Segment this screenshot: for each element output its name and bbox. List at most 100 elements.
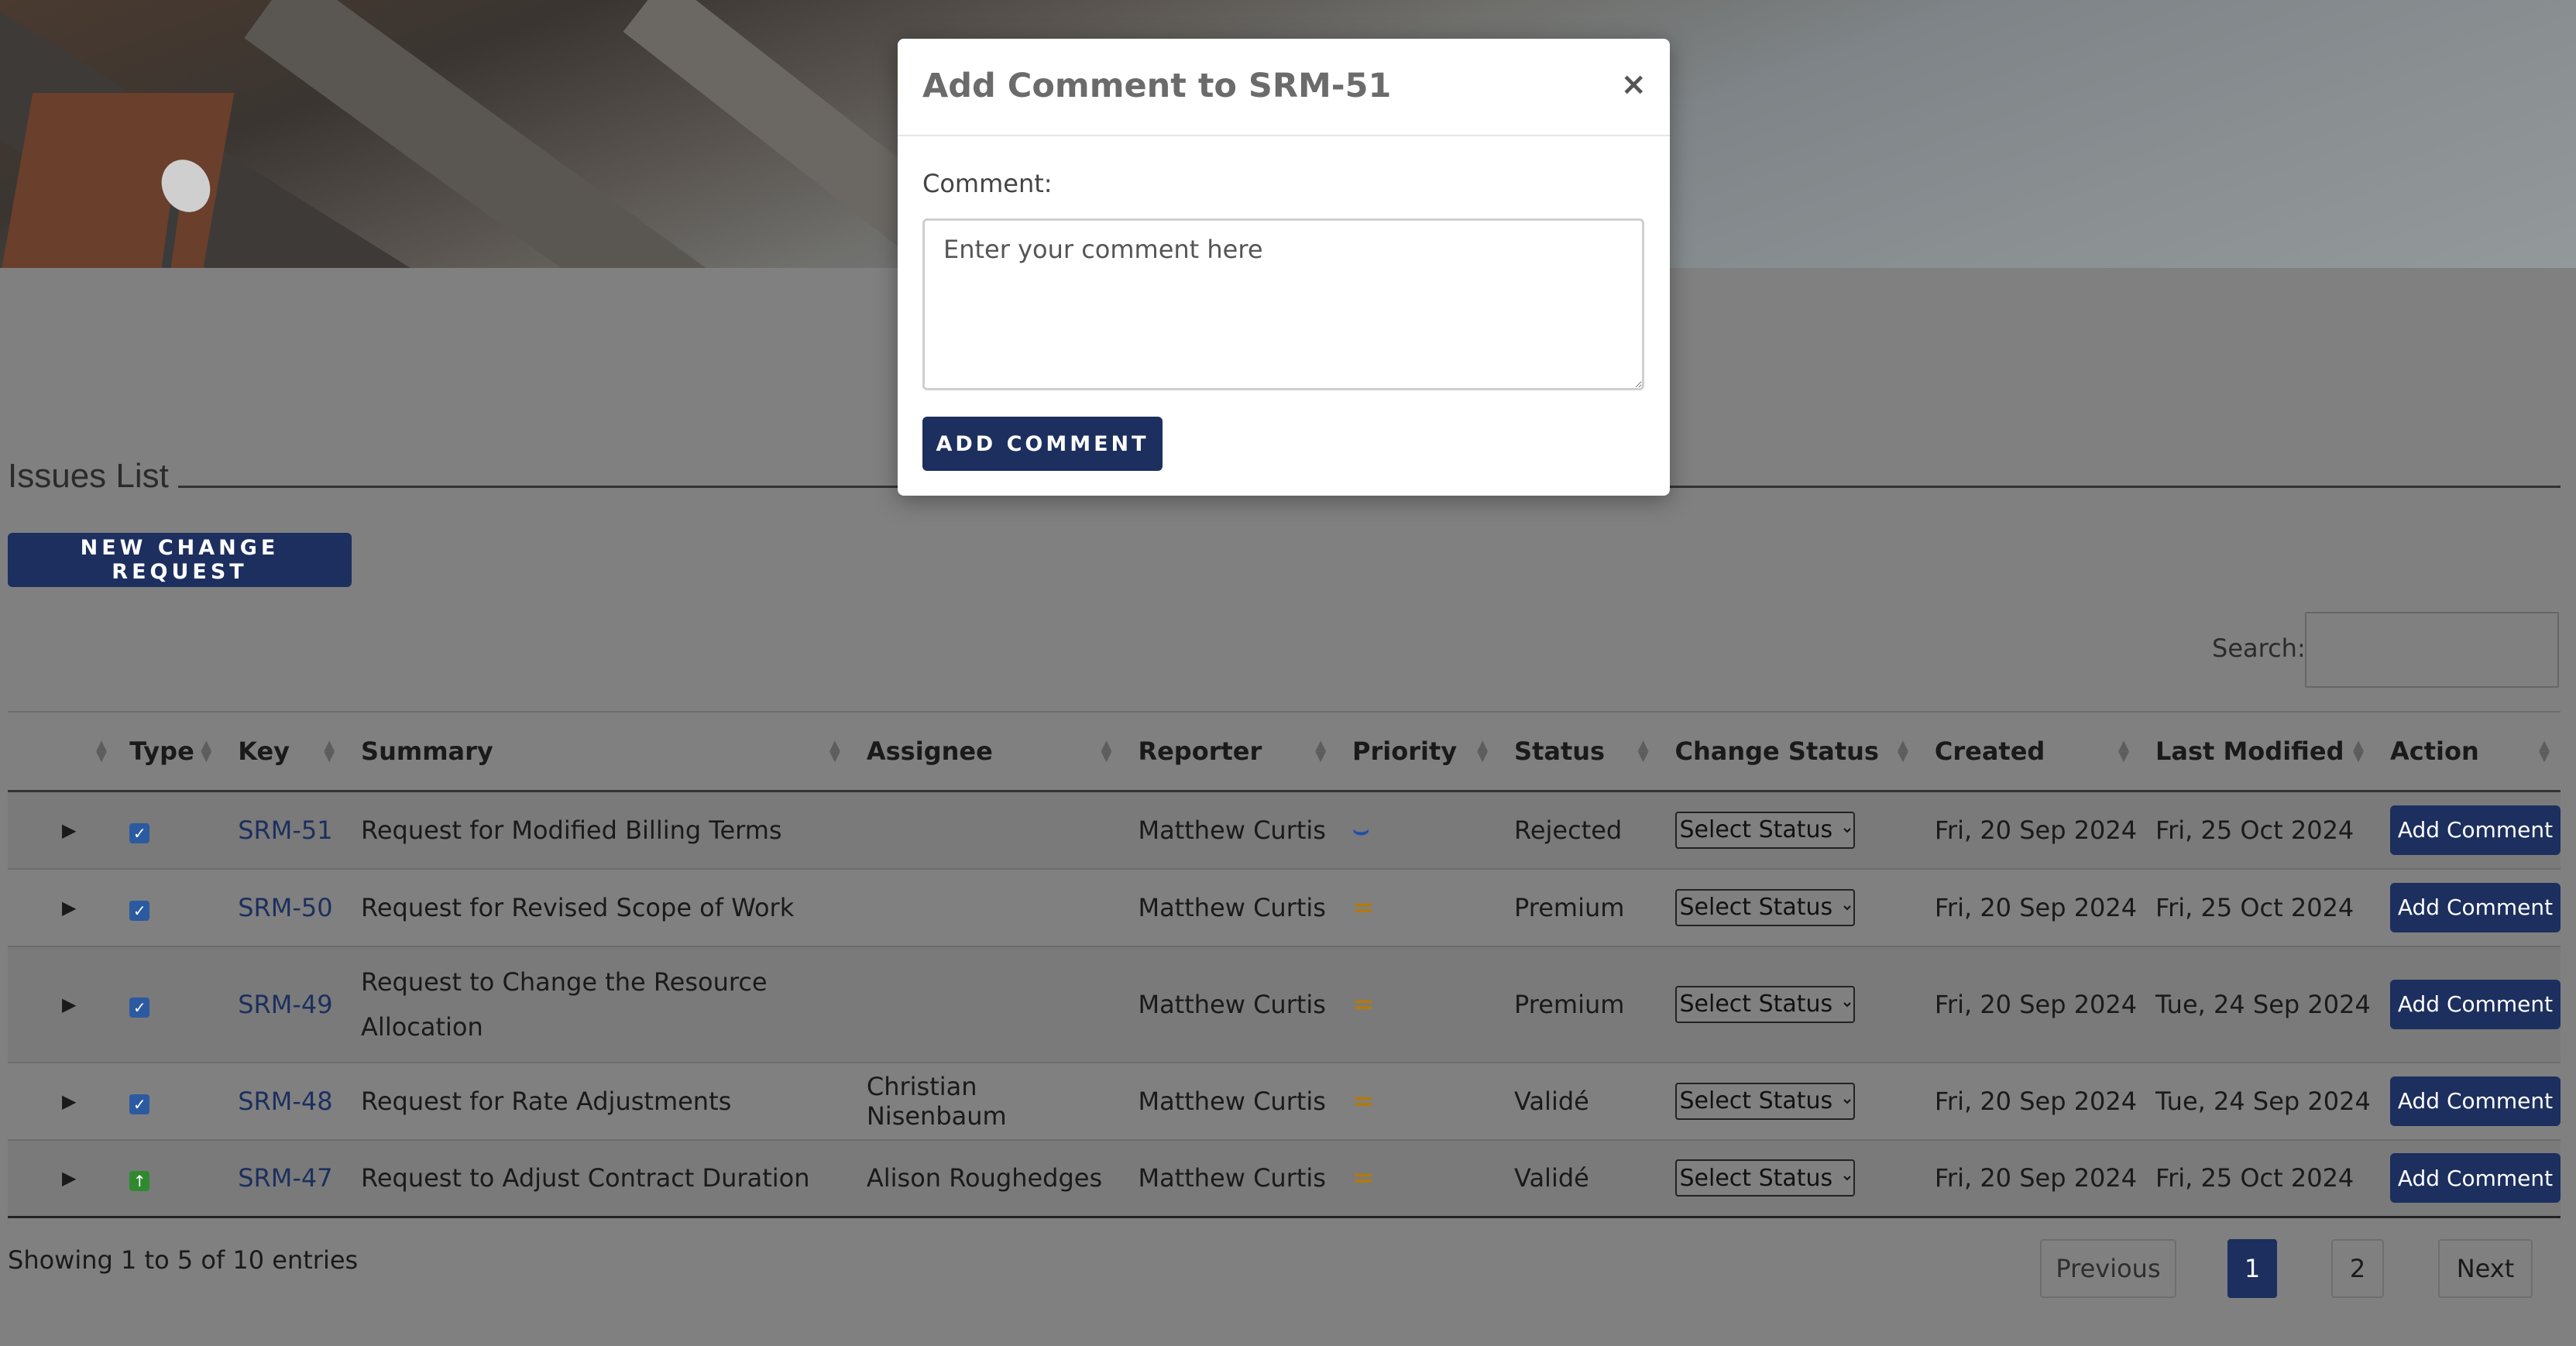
column-header-summary[interactable]: Summary ▲ ▼ (345, 711, 851, 792)
column-header-label: Priority (1352, 737, 1458, 766)
column-header-expand[interactable]: ▲ ▼ (8, 711, 115, 792)
column-header-label: Summary (361, 737, 493, 766)
column-header-change-status[interactable]: Change Status ▲ ▼ (1659, 711, 1919, 792)
table-row[interactable]: ▶ ✓ SRM-49 Request to Change the Resourc… (8, 946, 2561, 1063)
summary-cell: Request for Modified Billing Terms (345, 791, 851, 870)
modified-cell: Tue, 24 Sep 2024 (2139, 1062, 2375, 1141)
summary-cell: Request for Rate Adjustments (345, 1062, 851, 1141)
pagination-page-2[interactable]: 2 (2331, 1239, 2384, 1298)
add-comment-submit-button[interactable]: ADD COMMENT (922, 417, 1163, 471)
created-cell: Fri, 20 Sep 2024 (1918, 946, 2140, 1063)
column-header-label: Status (1514, 737, 1606, 766)
sort-arrows-icon: ▲ ▼ (96, 737, 107, 764)
sort-arrows-icon: ▲ ▼ (2118, 737, 2129, 764)
action-cell: Add Comment (2375, 791, 2561, 870)
created-cell: Fri, 20 Sep 2024 (1918, 791, 2140, 870)
pagination-page-1[interactable]: 1 (2227, 1239, 2277, 1298)
column-header-last-modified[interactable]: Last Modified ▲ ▼ (2139, 711, 2375, 792)
change-status-select[interactable]: Select Status (1674, 1082, 1855, 1120)
assignee-cell: Christian Nisenbaum (850, 1062, 1123, 1141)
add-comment-button[interactable]: Add Comment (2390, 1076, 2561, 1126)
column-header-label: Type (129, 737, 194, 766)
table-row[interactable]: ▶ ✓ SRM-50 Request for Revised Scope of … (8, 868, 2561, 947)
priority-medium-icon: = (1352, 988, 1375, 1020)
checkbox-task-icon: ✓ (129, 997, 150, 1018)
key-cell: SRM-51 (222, 791, 346, 870)
search-input[interactable] (2305, 612, 2559, 688)
modal-title: Add Comment to SRM-51 (922, 67, 1392, 105)
table-row[interactable]: ▶ ✓ SRM-48 Request for Rate Adjustments … (8, 1062, 2561, 1141)
assignee-cell (850, 946, 1123, 1063)
priority-medium-icon: = (1352, 891, 1375, 923)
column-header-priority[interactable]: Priority ▲ ▼ (1337, 711, 1499, 792)
checkbox-task-icon: ✓ (129, 822, 150, 843)
change-status-select[interactable]: Select Status (1674, 1159, 1855, 1197)
change-status-cell: Select Status (1659, 1139, 1919, 1218)
modified-cell: Fri, 25 Oct 2024 (2139, 791, 2375, 870)
sort-arrows-icon: ▲ ▼ (2353, 737, 2364, 764)
column-header-label: Key (238, 737, 290, 766)
expand-row-icon[interactable]: ▶ (8, 791, 115, 870)
change-status-cell: Select Status (1659, 791, 1919, 870)
sort-arrows-icon: ▲ ▼ (1637, 737, 1649, 764)
pagination-next-button[interactable]: Next (2438, 1239, 2533, 1298)
close-icon[interactable]: × (1620, 67, 1647, 102)
priority-medium-icon: = (1352, 1162, 1375, 1194)
sort-arrows-icon: ▲ ▼ (2539, 737, 2550, 764)
column-header-assignee[interactable]: Assignee ▲ ▼ (850, 711, 1123, 792)
arrow-up-improvement-icon: ↑ (129, 1171, 150, 1192)
comment-textarea[interactable] (922, 218, 1644, 390)
modified-cell: Fri, 25 Oct 2024 (2139, 1139, 2375, 1218)
priority-cell: = (1337, 1062, 1499, 1141)
column-header-label: Action (2390, 737, 2479, 766)
status-cell: Premium (1499, 946, 1660, 1063)
add-comment-button[interactable]: Add Comment (2390, 805, 2561, 855)
expand-row-icon[interactable]: ▶ (8, 1139, 115, 1218)
action-cell: Add Comment (2375, 946, 2561, 1063)
column-header-status[interactable]: Status ▲ ▼ (1499, 711, 1660, 792)
priority-low-icon: ⌣ (1352, 814, 1370, 846)
column-header-label: Created (1934, 737, 2045, 766)
column-header-key[interactable]: Key ▲ ▼ (222, 711, 346, 792)
column-header-type[interactable]: Type ▲ ▼ (114, 711, 223, 792)
issue-key-link[interactable]: SRM-48 (238, 1087, 332, 1116)
reporter-cell: Matthew Curtis (1122, 1139, 1338, 1218)
issue-key-link[interactable]: SRM-51 (238, 815, 332, 845)
summary-cell: Request to Adjust Contract Duration (345, 1139, 851, 1218)
issue-key-link[interactable]: SRM-47 (238, 1163, 332, 1193)
column-header-action[interactable]: Action ▲ ▼ (2375, 711, 2561, 792)
issue-key-link[interactable]: SRM-49 (238, 990, 332, 1019)
sort-arrows-icon: ▲ ▼ (1898, 737, 1908, 764)
type-cell: ✓ (114, 946, 223, 1063)
status-cell: Premium (1499, 868, 1660, 947)
new-change-request-button[interactable]: NEW CHANGE REQUEST (8, 533, 352, 587)
column-header-created[interactable]: Created ▲ ▼ (1918, 711, 2140, 792)
expand-row-icon[interactable]: ▶ (8, 868, 115, 947)
column-header-label: Last Modified (2155, 737, 2344, 766)
summary-cell: Request for Revised Scope of Work (345, 868, 851, 947)
status-cell: Rejected (1499, 791, 1660, 870)
status-cell: Validé (1499, 1139, 1660, 1218)
issue-key-link[interactable]: SRM-50 (238, 893, 332, 922)
change-status-select[interactable]: Select Status (1674, 985, 1855, 1023)
sort-arrows-icon: ▲ ▼ (1315, 737, 1327, 764)
change-status-select[interactable]: Select Status (1674, 811, 1855, 849)
type-cell: ✓ (114, 1062, 223, 1141)
pagination-previous-button[interactable]: Previous (2040, 1239, 2176, 1298)
add-comment-button[interactable]: Add Comment (2390, 1153, 2561, 1204)
add-comment-button[interactable]: Add Comment (2390, 979, 2561, 1029)
table-row[interactable]: ▶ ✓ SRM-51 Request for Modified Billing … (8, 791, 2561, 870)
reporter-cell: Matthew Curtis (1122, 946, 1338, 1063)
sort-arrows-icon: ▲ ▼ (829, 737, 840, 764)
change-status-cell: Select Status (1659, 946, 1919, 1063)
issues-table: ▲ ▼ Type ▲ ▼ Key ▲ ▼ Summary ▲ ▼ Assignee ▲ ▼ Rep… (8, 711, 2561, 1218)
expand-row-icon[interactable]: ▶ (8, 946, 115, 1063)
change-status-select[interactable]: Select Status (1674, 888, 1855, 926)
status-cell: Validé (1499, 1062, 1660, 1141)
section-title: Issues List (8, 457, 169, 495)
expand-row-icon[interactable]: ▶ (8, 1062, 115, 1141)
action-cell: Add Comment (2375, 1139, 2561, 1218)
add-comment-button[interactable]: Add Comment (2390, 882, 2561, 932)
table-row[interactable]: ▶ ↑ SRM-47 Request to Adjust Contract Du… (8, 1139, 2561, 1218)
column-header-reporter[interactable]: Reporter ▲ ▼ (1122, 711, 1338, 792)
